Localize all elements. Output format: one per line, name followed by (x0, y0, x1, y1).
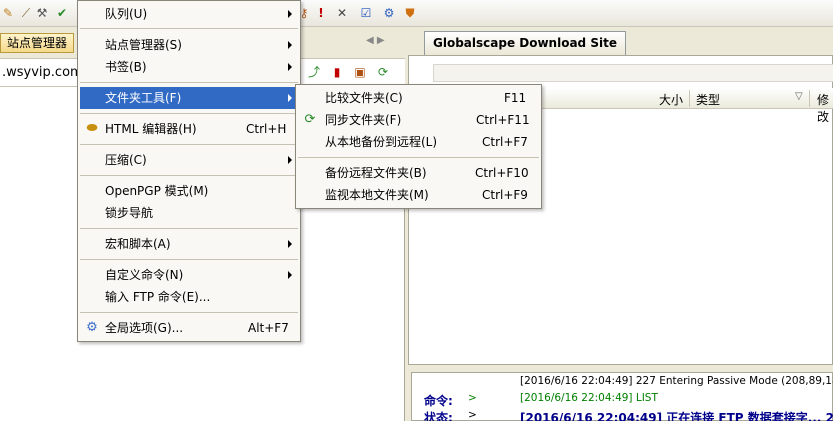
html-editor-icon: ⬬ (86, 121, 98, 136)
menu-item-compare-folders[interactable]: 比较文件夹(C) F11 (298, 87, 539, 109)
log-message: [2016/6/16 22:04:49] 227 Entering Passiv… (520, 375, 833, 387)
menu-separator (80, 113, 298, 114)
menu-item-backup-remote-folder[interactable]: 备份远程文件夹(B) Ctrl+F10 (298, 162, 539, 184)
log-line: 命令: > [2016/6/16 22:04:49] LIST (412, 392, 833, 409)
cancel-icon[interactable]: ✕ (334, 5, 350, 21)
menu-item-enter-ftp-command[interactable]: 输入 FTP 命令(E)... (80, 286, 298, 308)
submenu-arrow-icon (288, 94, 292, 102)
menu-item-macros-scripts[interactable]: 宏和脚本(A) (80, 233, 298, 255)
menu-item-sync-folders[interactable]: ⟳ 同步文件夹(F) Ctrl+F11 (298, 109, 539, 131)
alert-icon[interactable]: ! (313, 5, 329, 21)
column-type[interactable]: 类型 (696, 91, 720, 108)
submenu-arrow-icon (288, 271, 292, 279)
checklist-icon[interactable]: ☑ (358, 5, 374, 21)
log-label: 命令: (424, 394, 453, 408)
tools-icon[interactable]: ⚒ (34, 5, 50, 21)
menu-separator (80, 228, 298, 229)
connect-icon[interactable]: ✎ (0, 5, 16, 21)
menu-separator (80, 312, 298, 313)
log-label: 状态: (424, 411, 453, 421)
address-text: .wsyvip.com (2, 65, 83, 80)
menu-item-folder-tools[interactable]: 文件夹工具(F) (80, 87, 298, 109)
menu-item-html-editor[interactable]: ⬬ HTML 编辑器(H) Ctrl+H (80, 118, 298, 140)
submenu-arrow-icon (288, 10, 292, 18)
local-pane-toolbar: ⤴ ▮ ▣ ⟳ (306, 63, 398, 81)
new-folder-icon[interactable]: ▣ (352, 65, 368, 81)
menu-item-site-manager[interactable]: 站点管理器(S) (80, 34, 298, 56)
menu-item-compress[interactable]: 压缩(C) (80, 149, 298, 171)
submenu-arrow-icon (288, 240, 292, 248)
menu-separator (80, 259, 298, 260)
menu-item-global-options[interactable]: ⚙ 全局选项(G)... Alt+F7 (80, 317, 298, 339)
menu-separator (298, 157, 539, 158)
column-modified[interactable]: 修改 (817, 91, 833, 125)
menu-separator (80, 175, 298, 176)
wand-icon[interactable]: ⟋ (18, 5, 34, 21)
refresh-icon[interactable]: ⟳ (375, 65, 391, 81)
sort-arrow-icon: ▽ (795, 91, 803, 102)
remote-path-bar[interactable] (433, 64, 833, 82)
menu-item-custom-commands[interactable]: 自定义命令(N) (80, 264, 298, 286)
menu-separator (80, 144, 298, 145)
submenu-arrow-icon (288, 156, 292, 164)
menu-item-lockstep-nav[interactable]: 锁步导航 (80, 202, 298, 224)
book-icon[interactable]: ▮ (329, 65, 345, 81)
sync-icon: ⟳ (304, 112, 316, 127)
log-pane[interactable]: [2016/6/16 22:04:49] 227 Entering Passiv… (411, 372, 833, 421)
tab-globalscape-site[interactable]: Globalscape Download Site (424, 31, 626, 55)
submenu-arrow-icon (288, 63, 292, 71)
column-divider[interactable] (809, 90, 810, 107)
gear-icon[interactable]: ⚙ (381, 5, 397, 21)
tools-menu: 队列(U) 站点管理器(S) 书签(B) 文件夹工具(F) ⬬ HTML 编辑器… (77, 0, 301, 342)
shield-icon[interactable]: ⛊ (402, 5, 418, 21)
log-arrow: > (468, 392, 477, 404)
menu-item-backup-local-to-remote[interactable]: 从本地备份到远程(L) Ctrl+F7 (298, 131, 539, 153)
column-size[interactable]: 大小 (659, 91, 683, 108)
submenu-arrow-icon (288, 41, 292, 49)
menu-separator (80, 82, 298, 83)
tab-site-manager[interactable]: 站点管理器 (0, 33, 75, 53)
menu-separator (80, 28, 298, 29)
log-message: [2016/6/16 22:04:49] LIST (520, 392, 658, 404)
folder-tools-submenu: 比较文件夹(C) F11 ⟳ 同步文件夹(F) Ctrl+F11 从本地备份到远… (295, 84, 542, 209)
menu-item-bookmarks[interactable]: 书签(B) (80, 56, 298, 78)
log-line: [2016/6/16 22:04:49] 227 Entering Passiv… (412, 375, 833, 392)
tab-scroll-arrows[interactable]: ◀ ▶ (366, 35, 385, 46)
check-icon[interactable]: ✔ (54, 5, 70, 21)
log-arrow: > (468, 409, 477, 421)
up-folder-icon[interactable]: ⤴ (306, 63, 322, 79)
column-divider[interactable] (689, 90, 690, 107)
gear-icon: ⚙ (86, 320, 98, 335)
menu-item-openpgp[interactable]: OpenPGP 模式(M) (80, 180, 298, 202)
log-line: 状态: > [2016/6/16 22:04:49] 正在连接 FTP 数据套接… (412, 409, 833, 421)
menu-item-queue[interactable]: 队列(U) (80, 3, 298, 25)
menu-item-monitor-local-folder[interactable]: 监视本地文件夹(M) Ctrl+F9 (298, 184, 539, 206)
log-message: [2016/6/16 22:04:49] 正在连接 FTP 数据套接字... 2… (520, 411, 833, 421)
